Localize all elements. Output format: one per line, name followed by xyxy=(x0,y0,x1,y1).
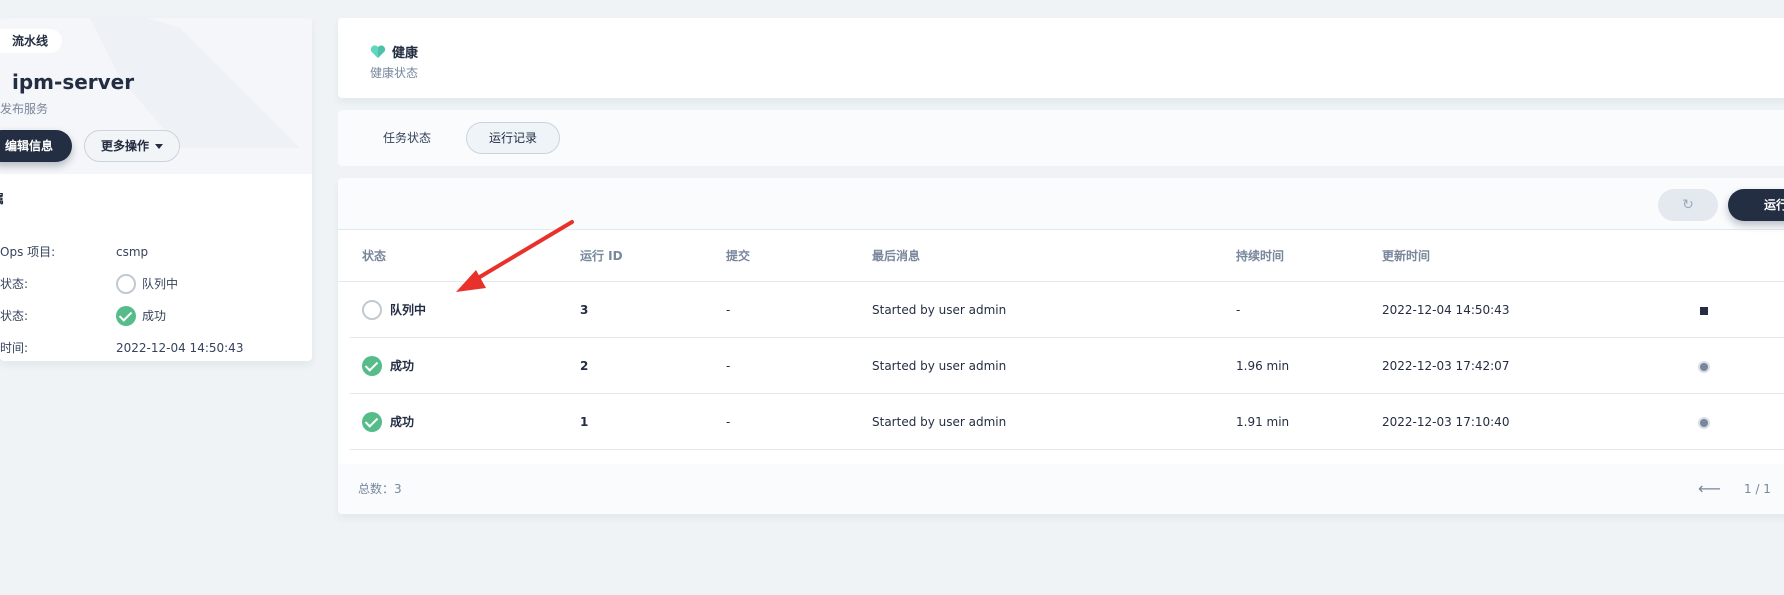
duration-cell: - xyxy=(1236,303,1241,317)
status-cell: 成功 xyxy=(362,394,414,450)
column-header-commit[interactable]: 提交 xyxy=(726,230,750,282)
more-actions-label: 更多操作 xyxy=(100,139,149,153)
caret-down-icon xyxy=(155,144,163,149)
health-subtitle: 健康状态 xyxy=(370,66,419,80)
tabs-bar: 任务状态 运行记录 xyxy=(338,110,1784,166)
column-header-updated[interactable]: 更新时间 xyxy=(1382,230,1430,282)
heart-icon xyxy=(370,44,386,58)
tab-task-status[interactable]: 任务状态 xyxy=(360,122,454,154)
refresh-button[interactable]: ↻ xyxy=(1658,189,1718,221)
info-label: 状态: xyxy=(0,309,29,323)
run-id-cell[interactable]: 1 xyxy=(580,394,588,450)
stop-button[interactable] xyxy=(1700,282,1708,338)
commit-cell: - xyxy=(726,415,731,429)
table-row[interactable]: 成功 2 - Started by user admin 1.96 min 20… xyxy=(350,338,1784,394)
run-button[interactable]: 运行 xyxy=(1728,189,1784,221)
project-value: csmp xyxy=(116,245,149,259)
duration-cell: 1.91 min xyxy=(1236,415,1290,429)
arrow-left-icon: ⟵ xyxy=(1698,479,1721,498)
column-header-status[interactable]: 状态 xyxy=(362,230,386,282)
more-actions-button[interactable]: 更多操作 xyxy=(84,130,180,162)
success-status-icon xyxy=(116,306,136,326)
total-count: 总数：3 xyxy=(358,482,402,496)
rerun-button[interactable] xyxy=(1698,338,1710,394)
refresh-icon: ↻ xyxy=(1682,197,1694,213)
info-label: 时间: xyxy=(0,341,29,355)
prev-page-button[interactable]: ⟵ xyxy=(1698,464,1721,514)
run-status-value: 成功 xyxy=(142,309,167,323)
rerun-icon xyxy=(1698,416,1710,429)
info-value: 成功 xyxy=(116,306,166,326)
page-indicator: 1 / 1 xyxy=(1744,482,1771,496)
updated-cell: 2022-12-03 17:42:07 xyxy=(1382,359,1510,373)
success-status-icon xyxy=(362,412,382,432)
info-label: 状态: xyxy=(0,277,29,291)
message-cell: Started by user admin xyxy=(872,303,1007,317)
queued-status-icon xyxy=(116,274,136,294)
info-label: Ops 项目: xyxy=(0,245,56,259)
status-cell: 队列中 xyxy=(362,282,426,338)
tab-run-records[interactable]: 运行记录 xyxy=(466,122,561,154)
section-title: 属 xyxy=(0,190,4,207)
annotation-arrow-icon xyxy=(456,220,574,292)
pipeline-header: 流水线 ipm-server 发布服务 编辑信息 更多操作 xyxy=(0,18,312,174)
time-value: 2022-12-04 14:50:43 xyxy=(116,341,244,355)
column-header-message[interactable]: 最后消息 xyxy=(872,230,920,282)
stop-icon xyxy=(1700,306,1708,315)
table-footer: 总数：3 ⟵ 1 / 1 xyxy=(338,464,1784,514)
commit-cell: - xyxy=(726,359,731,373)
message-cell: Started by user admin xyxy=(872,359,1007,373)
status-cell: 成功 xyxy=(362,338,414,394)
task-status-value: 队列中 xyxy=(142,277,179,291)
edit-info-button[interactable]: 编辑信息 xyxy=(0,130,72,162)
info-value: 2022-12-04 14:50:43 xyxy=(116,338,243,358)
pipeline-type-tag: 流水线 xyxy=(0,29,63,53)
rerun-button[interactable] xyxy=(1698,394,1710,450)
info-value: 队列中 xyxy=(116,274,178,294)
pipeline-description: 发布服务 xyxy=(0,102,49,116)
success-status-icon xyxy=(362,356,382,376)
column-header-duration[interactable]: 持续时间 xyxy=(1236,230,1284,282)
health-card: 健康 健康状态 xyxy=(338,18,1784,98)
status-text: 成功 xyxy=(390,415,415,429)
duration-cell: 1.96 min xyxy=(1236,359,1290,373)
health-title: 健康 xyxy=(392,46,419,61)
commit-cell: - xyxy=(726,303,731,317)
pipeline-info-card: 流水线 ipm-server 发布服务 编辑信息 更多操作 属 Ops 项目: … xyxy=(0,18,312,361)
status-text: 成功 xyxy=(390,359,415,373)
updated-cell: 2022-12-04 14:50:43 xyxy=(1382,303,1510,317)
status-text: 队列中 xyxy=(390,303,427,317)
message-cell: Started by user admin xyxy=(872,415,1007,429)
health-title-row: 健康 xyxy=(370,42,418,61)
queued-status-icon xyxy=(362,300,382,320)
updated-cell: 2022-12-03 17:10:40 xyxy=(1382,415,1510,429)
pipeline-name: ipm-server xyxy=(12,70,135,94)
run-id-cell[interactable]: 2 xyxy=(580,338,588,394)
rerun-icon xyxy=(1698,360,1710,373)
info-value: csmp xyxy=(116,242,148,262)
table-row[interactable]: 成功 1 - Started by user admin 1.91 min 20… xyxy=(350,394,1784,450)
